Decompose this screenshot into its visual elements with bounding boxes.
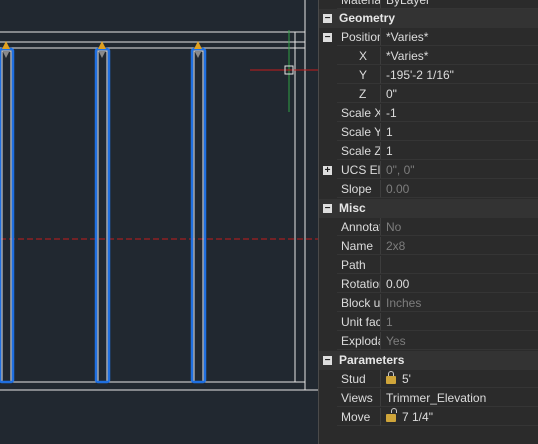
property-value-text: No [386,220,402,234]
property-name: Y [337,66,381,84]
property-row-stud[interactable]: Stud 5' [319,370,538,389]
property-value-text: Trimmer_Elevation [386,391,487,405]
property-row-block-ur[interactable]: Block ur Inches [319,294,538,313]
property-name: UCS Ele [337,161,381,179]
property-name: Path [337,256,381,274]
property-row-x[interactable]: X *Varies* [319,47,538,66]
property-name: Stud [337,370,381,388]
property-value-text: 0", 0" [386,163,415,177]
property-name: Position [337,28,381,46]
property-value[interactable]: 0.00 [381,180,538,198]
property-value[interactable]: 1 [381,142,538,160]
property-name: Material [337,0,381,9]
category-title: Geometry [339,11,396,25]
property-value-text: Yes [386,334,406,348]
property-value-text: -1 [386,106,397,120]
property-value-text: *Varies* [386,30,429,44]
property-value[interactable]: Trimmer_Elevation [381,389,538,407]
property-row-name[interactable]: Name 2x8 [319,237,538,256]
property-name: Slope [337,180,381,198]
property-name: Scale Z [337,142,381,160]
property-name: Name [337,237,381,255]
category-misc[interactable]: − Misc [319,199,538,218]
property-value-text: 5' [402,372,411,386]
property-row-scale-z[interactable]: Scale Z 1 [319,142,538,161]
property-row-ucs-ele[interactable]: + UCS Ele 0", 0" [319,161,538,180]
flip-grip-icon [3,52,9,58]
property-row-views[interactable]: Views Trimmer_Elevation [319,389,538,408]
property-value[interactable]: Inches [381,294,538,312]
category-parameters[interactable]: − Parameters [319,351,538,370]
stud-outline [1,50,12,383]
expand-icon[interactable]: + [323,166,332,176]
property-row-scale-y[interactable]: Scale Y 1 [319,123,538,142]
property-value[interactable] [381,256,538,274]
collapse-icon[interactable]: − [323,356,332,366]
property-value-text: 1 [386,125,393,139]
property-row-y[interactable]: Y -195'-2 1/16" [319,66,538,85]
property-row-exploda[interactable]: Exploda Yes [319,332,538,351]
property-row-z[interactable]: Z 0" [319,85,538,104]
property-value[interactable]: 0" [381,85,538,103]
property-row-unit-fac[interactable]: Unit fac 1 [319,313,538,332]
property-name: Block ur [337,294,381,312]
property-value[interactable]: 7 1/4" [381,408,538,426]
property-value-text: 0.00 [386,277,410,291]
stud-outline [193,50,204,383]
property-value-text: 2x8 [386,239,406,253]
property-name: Annotat [337,218,381,236]
property-name: X [337,47,381,65]
property-value-text: 1 [386,315,393,329]
property-value[interactable]: Yes [381,332,538,350]
stud-outline [97,50,108,383]
property-name: Z [337,85,381,103]
property-value[interactable]: 2x8 [381,237,538,255]
collapse-icon[interactable]: − [323,14,332,24]
flip-grip-icon [99,52,105,58]
property-row-rotation[interactable]: Rotation 0.00 [319,275,538,294]
property-value-text: 7 1/4" [402,410,433,424]
property-value[interactable]: No [381,218,538,236]
property-value[interactable]: -1 [381,104,538,122]
property-name: Exploda [337,332,381,350]
property-value[interactable]: -195'-2 1/16" [381,66,538,84]
category-geometry[interactable]: − Geometry [319,9,538,28]
property-name: Move [337,408,381,426]
property-value-text: 0" [386,87,397,101]
property-value[interactable]: 5' [381,370,538,388]
property-value-text: 1 [386,144,393,158]
collapse-icon[interactable]: − [323,33,332,43]
property-row-path[interactable]: Path [319,256,538,275]
property-value[interactable]: 1 [381,313,538,331]
property-value[interactable]: 1 [381,123,538,141]
property-row-slope[interactable]: Slope 0.00 [319,180,538,199]
property-name: Scale Y [337,123,381,141]
property-row-move[interactable]: Move 7 1/4" [319,408,538,427]
property-value-text: 0.00 [386,182,410,196]
property-name: Unit fac [337,313,381,331]
unlock-icon[interactable] [386,408,397,422]
property-row-position[interactable]: − Position *Varies* [319,28,538,47]
drawing-canvas[interactable] [0,0,318,444]
properties-palette: Material ByLayer − Geometry − Position *Vari… [318,0,538,444]
property-value[interactable]: ByLayer [381,0,538,9]
collapse-icon[interactable]: − [323,204,332,214]
property-value[interactable]: 0", 0" [381,161,538,179]
cad-viewport[interactable] [0,0,318,444]
property-name: Scale X [337,104,381,122]
property-value-text: Inches [386,296,422,310]
property-value[interactable]: *Varies* [381,47,538,65]
property-row-annotat[interactable]: Annotat No [319,218,538,237]
property-name: Views [337,389,381,407]
flip-grip-icon [195,52,201,58]
category-title: Parameters [339,353,405,367]
property-row-scale-x[interactable]: Scale X -1 [319,104,538,123]
property-value-text: *Varies* [386,49,429,63]
property-value[interactable]: *Varies* [381,28,538,46]
lock-icon[interactable] [386,371,396,384]
property-value[interactable]: 0.00 [381,275,538,293]
category-title: Misc [339,201,366,215]
property-name: Rotation [337,275,381,293]
property-value-text: -195'-2 1/16" [386,68,454,82]
